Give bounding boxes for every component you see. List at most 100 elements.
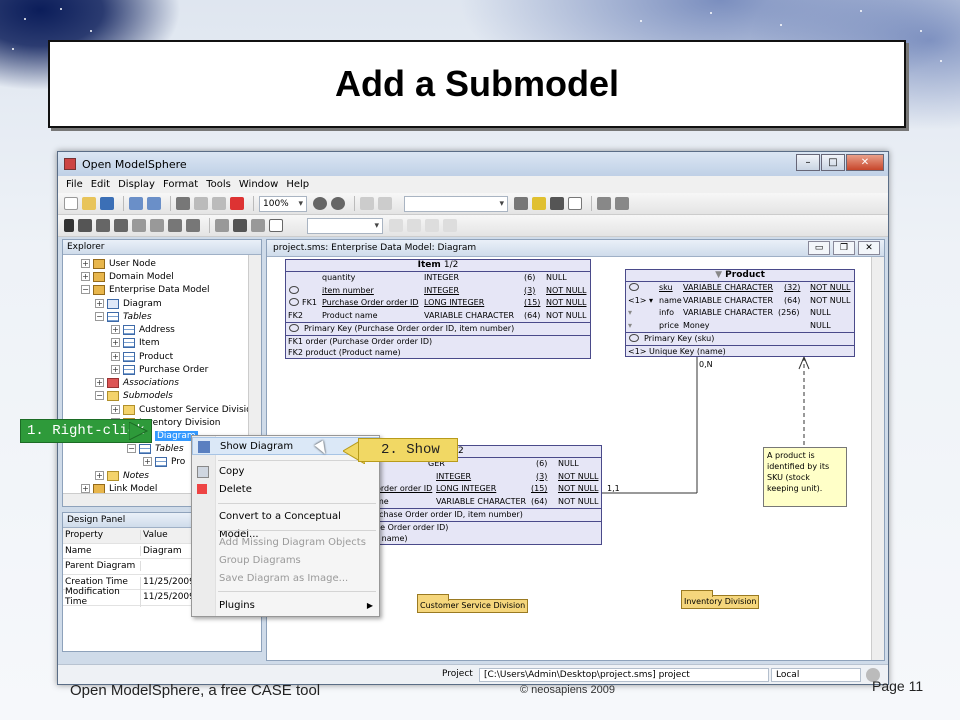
copy-icon[interactable]: [194, 197, 208, 210]
null-icon[interactable]: [443, 219, 457, 232]
clear-format-icon[interactable]: [568, 197, 582, 210]
menu-help[interactable]: Help: [286, 179, 309, 190]
package-customer-service-division[interactable]: Customer Service Division: [417, 594, 529, 613]
footer-left: Open ModelSphere, a free CASE tool: [70, 682, 321, 699]
table-view-icon[interactable]: [597, 197, 611, 210]
minimize-button[interactable]: –: [796, 154, 820, 171]
new-file-icon[interactable]: [64, 197, 78, 210]
text-tool-icon[interactable]: [233, 219, 247, 232]
window-title: Open ModelSphere: [82, 157, 187, 171]
tree-item-submodel-tables[interactable]: − Tables: [127, 442, 184, 455]
menu-edit[interactable]: Edit: [91, 179, 110, 190]
cardinality-label: 1,1: [607, 484, 620, 493]
entity-product[interactable]: ▼ Product sku VARIABLE CHARACTER (32) NOT N…: [625, 269, 855, 357]
table-tool-icon[interactable]: [96, 219, 110, 232]
key-icon: [289, 298, 299, 306]
tree-item-address[interactable]: + Address: [111, 323, 175, 336]
diagram-vertical-scrollbar[interactable]: [871, 257, 884, 660]
diagram-minimize-button[interactable]: ▭: [808, 241, 830, 255]
graphic-tool-icon[interactable]: [215, 219, 229, 232]
tree-item-customer-service-division[interactable]: + Customer Service Division: [111, 403, 257, 416]
tree-item-product[interactable]: + Product: [111, 350, 173, 363]
zoom-select-icon[interactable]: [78, 219, 92, 232]
menu-display[interactable]: Display: [118, 179, 155, 190]
select-arrow-icon[interactable]: [64, 219, 74, 232]
copy-icon: [197, 466, 209, 478]
diagram-titlebar: project.sms: Enterprise Data Model: Diag…: [267, 240, 884, 257]
open-folder-icon[interactable]: [82, 197, 96, 210]
menu-window[interactable]: Window: [239, 179, 278, 190]
key-icon: [629, 334, 639, 342]
slide-title: Add a Submodel: [334, 63, 619, 104]
status-project-path: [C:\Users\Admin\Desktop\project.sms] pro…: [479, 668, 769, 682]
function-icon[interactable]: [425, 219, 439, 232]
save-icon[interactable]: [100, 197, 114, 210]
maximize-button[interactable]: □: [821, 154, 845, 171]
currency-icon[interactable]: [407, 219, 421, 232]
diagram-close-button[interactable]: ✕: [858, 241, 880, 255]
paste-icon[interactable]: [212, 197, 226, 210]
window-titlebar[interactable]: Open ModelSphere – □ ✕: [58, 152, 888, 176]
menu-item-add-missing-diagram-objects: Add Missing Diagram Objects: [219, 537, 366, 548]
size-select[interactable]: [307, 217, 383, 234]
tree-item-enterprise-data-model[interactable]: − Enterprise Data Model: [81, 283, 210, 296]
tree-item-user-node[interactable]: + User Node: [81, 257, 156, 270]
line-style-icon[interactable]: [514, 197, 528, 210]
layout-icon[interactable]: [360, 197, 374, 210]
callout-step1-arrow-icon: [129, 422, 149, 440]
menu-item-convert-to-conceptual-model[interactable]: Convert to a Conceptual Model...: [192, 508, 379, 540]
tree-item-submodel-product[interactable]: + Pro: [143, 455, 185, 468]
tree-item-domain-model[interactable]: + Domain Model: [81, 270, 174, 283]
menu-file[interactable]: File: [66, 179, 83, 190]
font-select[interactable]: [404, 195, 508, 212]
redo-icon[interactable]: [147, 197, 161, 210]
pen-color-icon[interactable]: [532, 197, 546, 210]
fill-color-icon[interactable]: [550, 197, 564, 210]
package-inventory-division[interactable]: Inventory Division: [681, 590, 760, 609]
diagram-title: project.sms: Enterprise Data Model: Diag…: [273, 243, 477, 253]
zoom-in-icon[interactable]: [313, 197, 327, 210]
line-tool-icon[interactable]: [251, 219, 265, 232]
close-button[interactable]: ✕: [846, 154, 884, 171]
explorer-title: Explorer: [63, 240, 261, 255]
submenu-arrow-icon: ▶: [366, 601, 373, 610]
column-header-value[interactable]: Value: [141, 530, 168, 540]
tree-item-item[interactable]: + Item: [111, 336, 160, 349]
footer-page-number: Page 11: [872, 678, 924, 694]
association-tool-icon[interactable]: [132, 219, 146, 232]
cardinality-label: 0,N: [699, 360, 713, 369]
note-tool-icon[interactable]: [186, 219, 200, 232]
tree-item-purchase-order[interactable]: + Purchase Order: [111, 363, 208, 376]
menu-item-copy[interactable]: Copy: [192, 463, 379, 481]
grid-icon[interactable]: [378, 197, 392, 210]
column-header-property[interactable]: Property: [63, 530, 141, 541]
diagram-note[interactable]: A product is identified by its SKU (stoc…: [763, 447, 847, 507]
menu-tools[interactable]: Tools: [206, 179, 231, 190]
font-a-icon[interactable]: [389, 219, 403, 232]
rectangle-tool-icon[interactable]: [269, 219, 283, 232]
menu-item-plugins[interactable]: Plugins ▶: [192, 597, 379, 615]
print-icon[interactable]: [176, 197, 190, 210]
tree-item-submodels[interactable]: − Submodels: [95, 389, 173, 402]
delete-icon[interactable]: [230, 197, 244, 210]
statusbar: Project [C:\Users\Admin\Desktop\project.…: [58, 664, 888, 684]
tree-item-tables[interactable]: − Tables: [95, 310, 152, 323]
zoom-select[interactable]: 100%: [259, 195, 307, 212]
menu-format[interactable]: Format: [163, 179, 198, 190]
entity-item[interactable]: Item 1/2 quantity INTEGER (6) NULL item num…: [285, 259, 591, 359]
delete-icon: [197, 484, 207, 494]
tree-item-notes[interactable]: + Notes: [95, 469, 149, 482]
menu-item-delete[interactable]: Delete: [192, 481, 379, 499]
link-tool-icon[interactable]: [150, 219, 164, 232]
tree-item-associations[interactable]: + Associations: [95, 376, 179, 389]
view-tool-icon[interactable]: [114, 219, 128, 232]
list-view-icon[interactable]: [615, 197, 629, 210]
package-tool-icon[interactable]: [168, 219, 182, 232]
diagram-restore-button[interactable]: ❐: [833, 241, 855, 255]
tree-item-diagram[interactable]: + Diagram: [95, 297, 162, 310]
zoom-out-icon[interactable]: [331, 197, 345, 210]
status-project-label: Project: [442, 669, 473, 679]
tree-item-link-model[interactable]: + Link Model: [81, 482, 157, 493]
key-icon: [289, 324, 299, 332]
undo-icon[interactable]: [129, 197, 143, 210]
